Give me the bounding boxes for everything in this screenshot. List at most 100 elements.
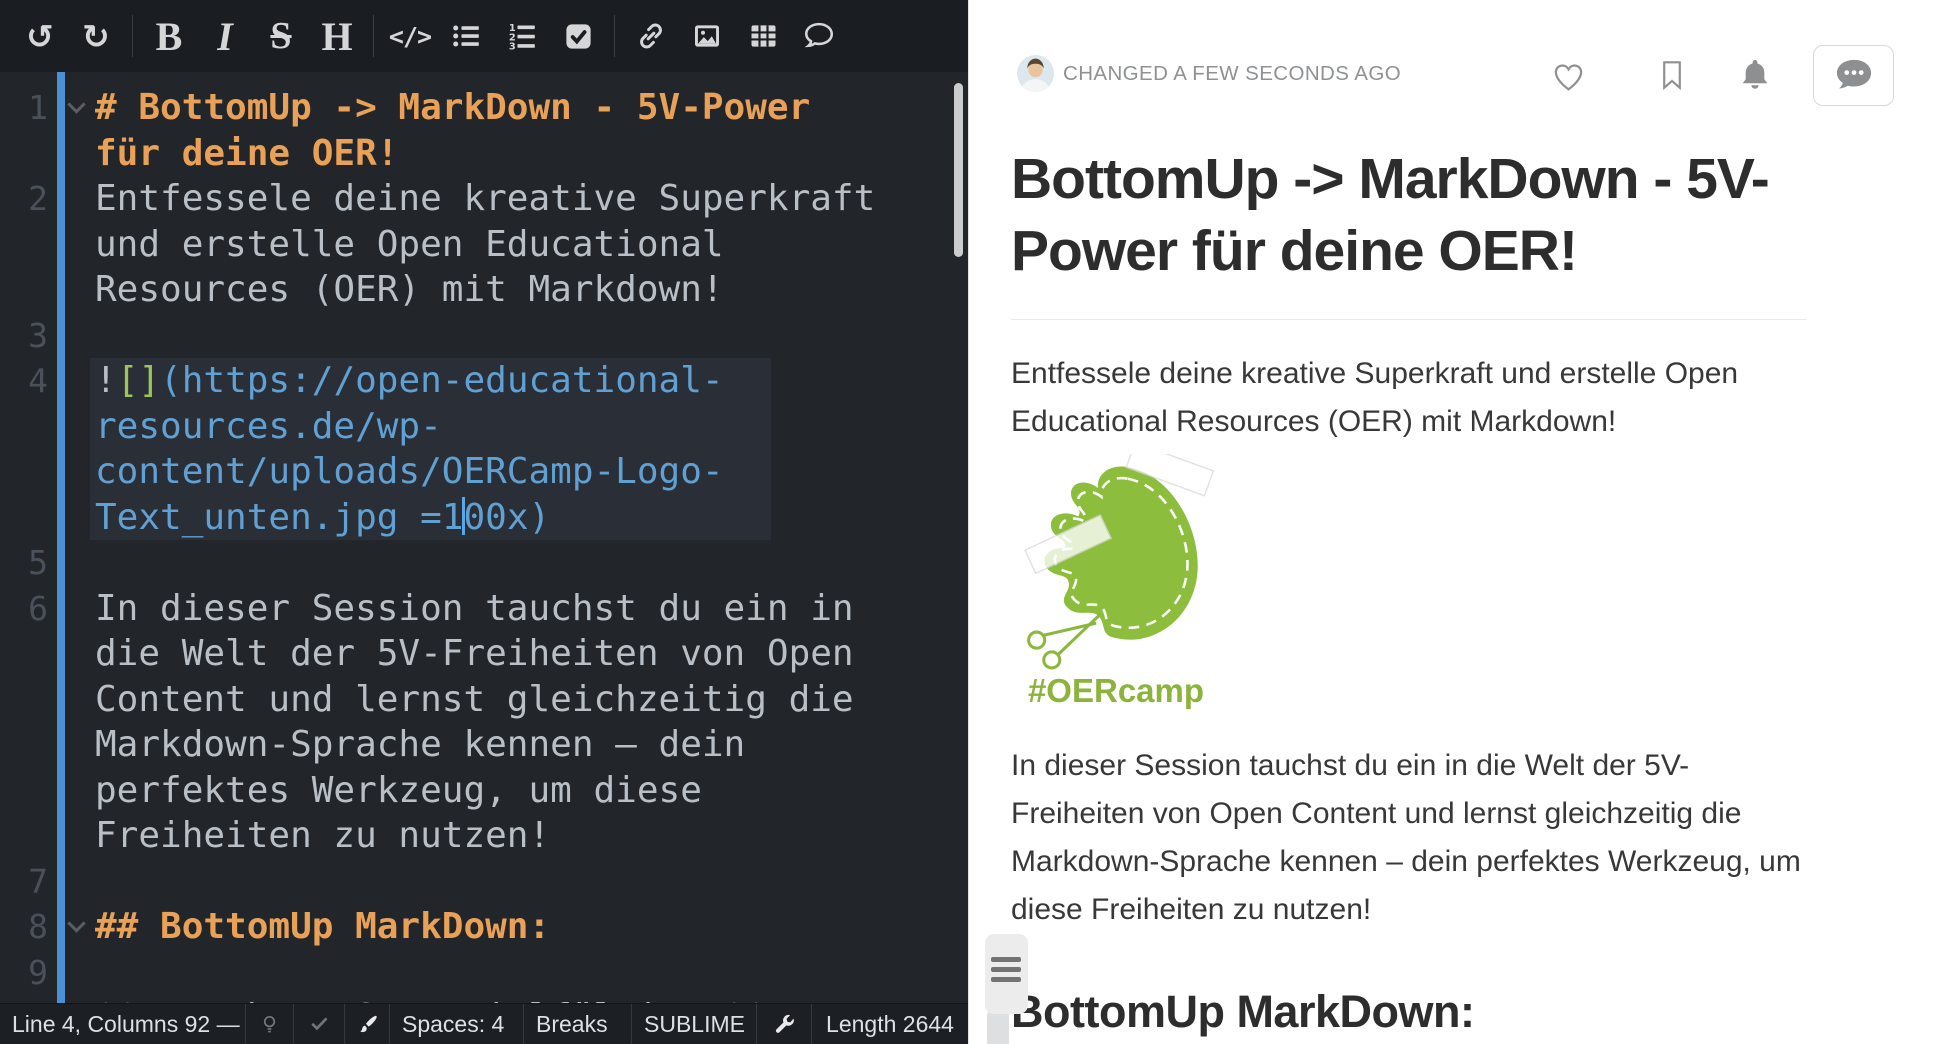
image-button[interactable] <box>679 0 735 72</box>
code-row-line-4[interactable]: Text_unten.jpg =100x) <box>0 495 968 541</box>
line-number: 10 <box>0 995 48 1003</box>
code-row-line-8[interactable]: 8 ## BottomUp MarkDown: <box>0 904 968 950</box>
code-text: ![](https://open-educational- <box>95 358 724 404</box>
title-divider <box>1011 319 1806 320</box>
comments-button[interactable] <box>1813 45 1894 106</box>
code-row-line-4[interactable]: content/uploads/OERCamp-Logo- <box>0 449 968 495</box>
code-token: Freiheiten zu nutzen! <box>95 815 550 856</box>
italic-button[interactable]: I <box>197 0 253 72</box>
code-token: perfektes Werkzeug, um diese <box>95 770 702 811</box>
code-row-line-6[interactable]: Content und lernst gleichzeitig die <box>0 677 968 723</box>
link-button[interactable] <box>623 0 679 72</box>
line-number: 9 <box>0 950 48 996</box>
code-token: # BottomUp -> MarkDown - 5V-Power <box>95 87 810 128</box>
spaces-setting[interactable]: Spaces: 4 <box>390 1004 524 1044</box>
svg-text:3: 3 <box>509 42 516 52</box>
code-token: Entfessele deine kreative Superkraft <box>95 178 875 219</box>
intro-paragraph: Entfessele deine kreative Superkraft und… <box>1011 350 1806 446</box>
ordered-list-button[interactable]: 123 <box>494 0 550 72</box>
redo-button[interactable]: ↻ <box>68 0 124 72</box>
code-token: ## BottomUp MarkDown: <box>95 906 550 947</box>
code-text: Content und lernst gleichzeitig die <box>95 677 854 723</box>
text-cursor <box>462 497 465 535</box>
code-row-line-7[interactable]: 7 <box>0 859 968 905</box>
unordered-list-button[interactable] <box>438 0 494 72</box>
editor-code: 1 # BottomUp -> MarkDown - 5V-Power für de… <box>0 85 968 1003</box>
code-text: Entfessele deine kreative Superkraft <box>95 176 875 222</box>
doc-title: BottomUp -> MarkDown - 5V-Power für dein… <box>1011 143 1806 287</box>
spellcheck-indicator[interactable] <box>294 1004 345 1044</box>
code-row-line-2[interactable]: 2 Entfessele deine kreative Superkraft <box>0 176 968 222</box>
code-token: Content und lernst gleichzeitig die <box>95 679 854 720</box>
markdown-editor-pane: ↺↻BISH </> 123 1 # BottomUp -> MarkDown - 5… <box>0 0 968 1044</box>
code-text: ## BottomUp MarkDown: <box>95 904 550 950</box>
code-row-line-6[interactable]: perfektes Werkzeug, um diese <box>0 768 968 814</box>
rendered-markdown: BottomUp -> MarkDown - 5V-Power für dein… <box>1011 0 1806 1044</box>
code-token: content/uploads/OERCamp-Logo- <box>95 451 724 492</box>
fold-chevron-icon[interactable] <box>67 914 85 932</box>
code-token: (https://open-educational- <box>160 360 724 401</box>
code-row-line-6[interactable]: 6 In dieser Session tauchst du ein in <box>0 586 968 632</box>
line-number: 6 <box>0 586 48 632</box>
code-token: Markdown-Sprache kennen – dein <box>95 724 745 765</box>
code-text: In dieser Session tauchst du ein in <box>95 586 854 632</box>
line-number: 5 <box>0 540 48 586</box>
night-mode-indicator[interactable] <box>246 1004 294 1044</box>
code-row-line-5[interactable]: 5 <box>0 540 968 586</box>
line-number: 7 <box>0 859 48 905</box>
comment-button[interactable] <box>791 0 847 72</box>
line-number: 2 <box>0 176 48 222</box>
code-row-line-2[interactable]: und erstelle Open Educational <box>0 222 968 268</box>
strikethrough-button[interactable]: S <box>253 0 309 72</box>
line-number: 1 <box>0 85 48 131</box>
toolbar-divider <box>373 15 374 57</box>
linebreak-setting[interactable]: Breaks <box>524 1004 632 1044</box>
theme-indicator[interactable] <box>345 1004 390 1044</box>
line-number: 4 <box>0 358 48 404</box>
code-row-line-2[interactable]: Resources (OER) mit Markdown! <box>0 267 968 313</box>
cursor-position: Line 4, Columns 92 — 21 <box>0 1004 246 1044</box>
code-row-line-4[interactable]: resources.de/wp- <box>0 404 968 450</box>
code-row-line-1[interactable]: für deine OER! <box>0 131 968 177</box>
preview-scrollbar[interactable] <box>987 1010 1009 1044</box>
code-editor[interactable]: 1 # BottomUp -> MarkDown - 5V-Power für de… <box>0 72 968 1003</box>
line-number: 8 <box>0 904 48 950</box>
code-row-line-3[interactable]: 3 <box>0 313 968 359</box>
session-paragraph: In dieser Session tauchst du ein in die … <box>1011 742 1806 934</box>
code-text: Markdown-Sprache kennen – dein <box>95 722 745 768</box>
code-text: und erstelle Open Educational <box>95 222 724 268</box>
code-row-line-1[interactable]: 1 # BottomUp -> MarkDown - 5V-Power <box>0 85 968 131</box>
heading-button[interactable]: H <box>309 0 365 72</box>
code-row-line-6[interactable]: Freiheiten zu nutzen! <box>0 813 968 859</box>
undo-button[interactable]: ↺ <box>12 0 68 72</box>
code-text: die Welt der 5V-Freiheiten von Open <box>95 631 854 677</box>
code-text: content/uploads/OERCamp-Logo- <box>95 449 724 495</box>
table-button[interactable] <box>735 0 791 72</box>
editor-status-bar: Line 4, Columns 92 — 21 Spaces: 4BreaksSU… <box>0 1003 968 1044</box>
split-resize-handle[interactable] <box>985 934 1028 1014</box>
code-row-line-6[interactable]: die Welt der 5V-Freiheiten von Open <box>0 631 968 677</box>
code-text: Freiheiten zu nutzen! <box>95 813 550 859</box>
editor-toolbar: ↺↻BISH </> 123 <box>0 0 968 72</box>
code-token: für deine OER! <box>95 133 398 174</box>
code-row-line-4[interactable]: 4 ![](https://open-educational- <box>0 358 968 404</box>
code-token: In dieser Session tauchst du ein in <box>95 588 854 629</box>
code-button[interactable]: </> <box>382 0 438 72</box>
code-row-line-10[interactable]: 10**Verwahren & Vervielfältigen** <box>0 995 968 1003</box>
toolbar-divider <box>614 15 615 57</box>
code-text: für deine OER! <box>95 131 398 177</box>
keymap-setting[interactable]: SUBLIME <box>632 1004 757 1044</box>
preferences-button[interactable] <box>757 1004 812 1044</box>
checklist-button[interactable] <box>550 0 606 72</box>
code-token: die Welt der 5V-Freiheiten von Open <box>95 633 854 674</box>
code-token: resources.de/wp- <box>95 406 442 447</box>
code-text: resources.de/wp- <box>95 404 442 450</box>
bold-button[interactable]: B <box>141 0 197 72</box>
code-token: 00x) <box>463 497 550 538</box>
doc-length: Length 2644 <box>812 1004 968 1044</box>
code-token: und erstelle Open Educational <box>95 224 724 265</box>
fold-chevron-icon[interactable] <box>67 95 85 113</box>
code-row-line-9[interactable]: 9 <box>0 950 968 996</box>
editor-scrollbar[interactable] <box>954 83 963 257</box>
code-row-line-6[interactable]: Markdown-Sprache kennen – dein <box>0 722 968 768</box>
